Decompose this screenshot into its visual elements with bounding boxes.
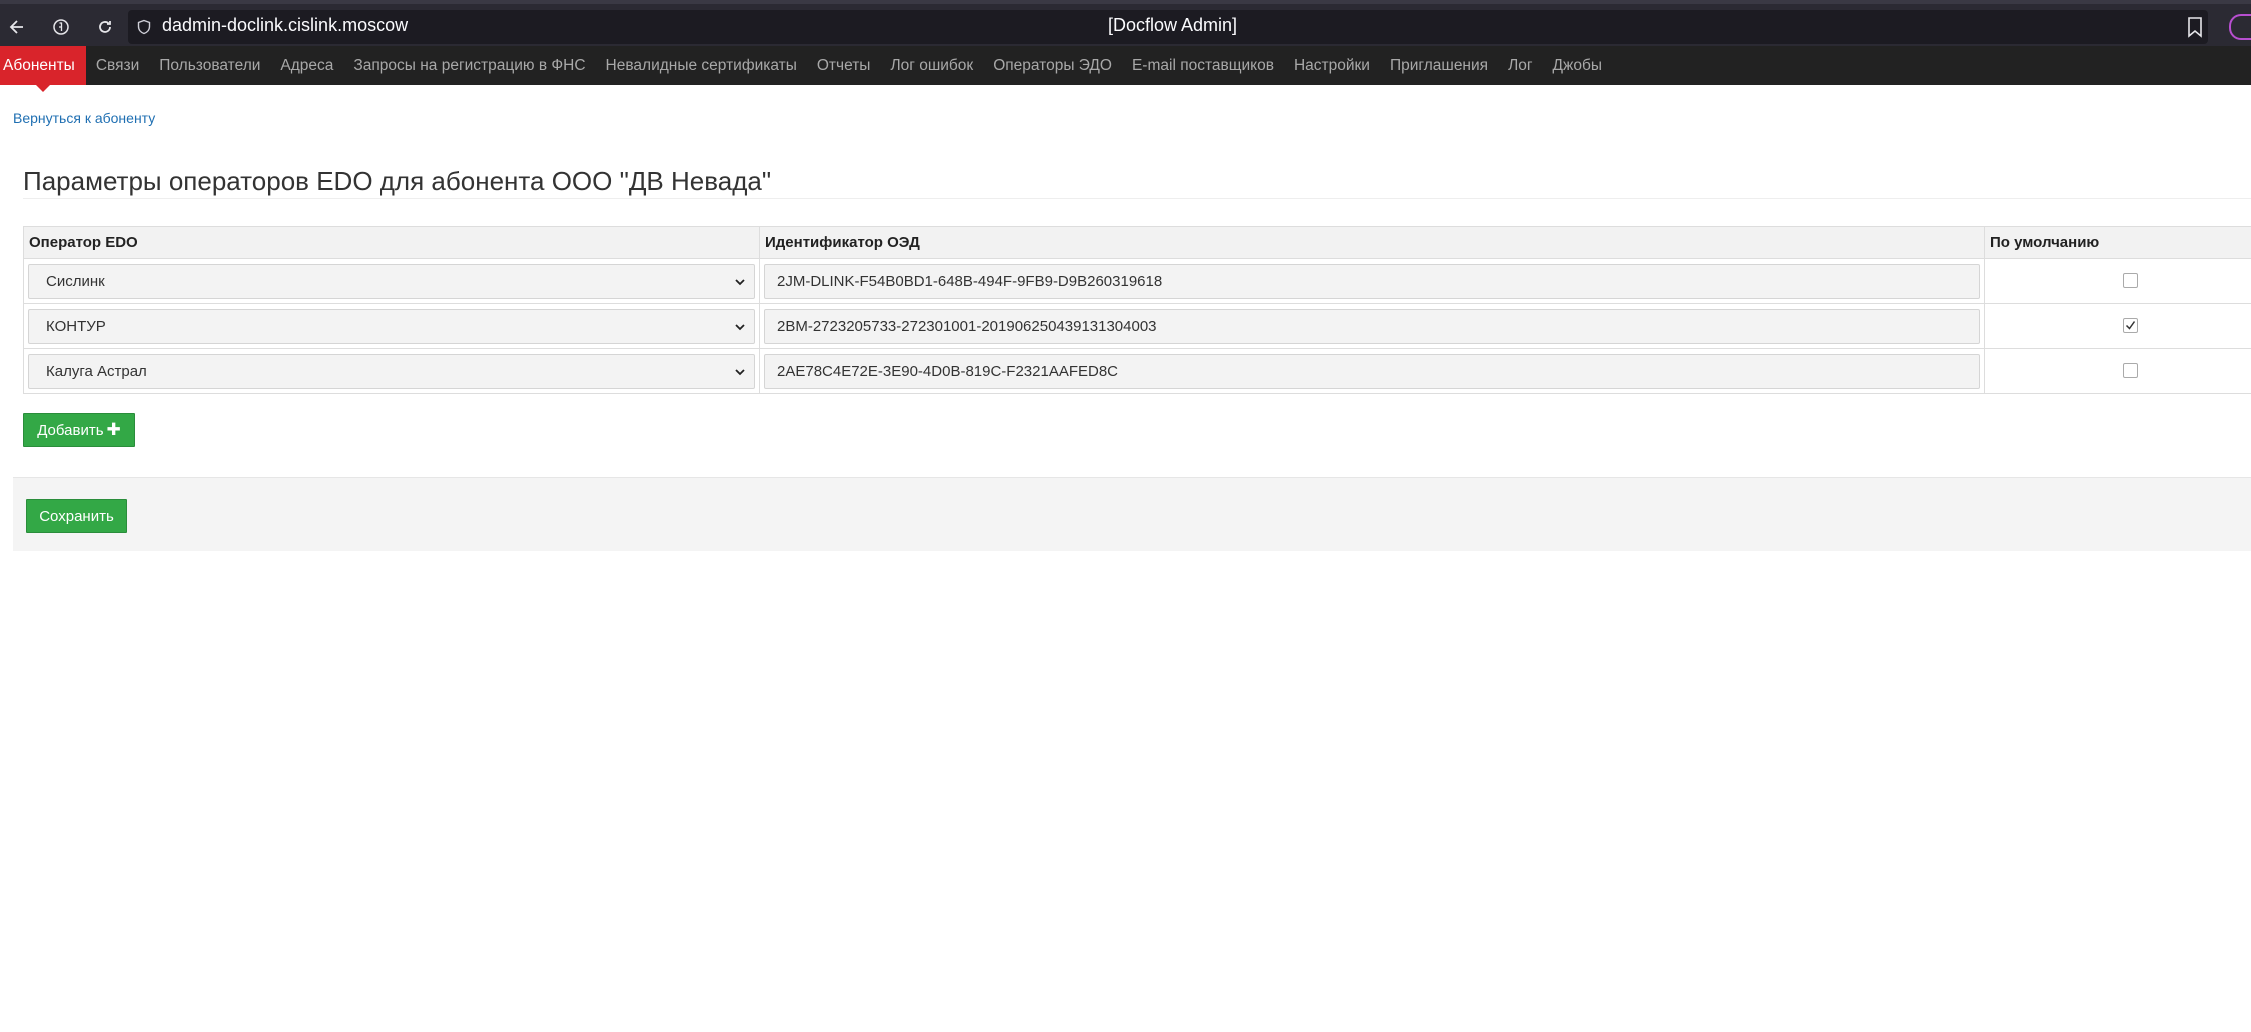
nav-item-edo-operators[interactable]: Операторы ЭДО: [983, 46, 1122, 85]
nav-item-settings[interactable]: Настройки: [1284, 46, 1380, 85]
nav-item-fns-requests[interactable]: Запросы на регистрацию в ФНС: [343, 46, 595, 85]
nav-item-supplier-emails[interactable]: E-mail поставщиков: [1122, 46, 1284, 85]
save-button[interactable]: Сохранить: [26, 499, 127, 533]
identifier-input-value: 2AE78C4E72E-3E90-4D0B-819C-F2321AAFED8C: [777, 363, 1119, 380]
plus-icon: ✚: [106, 420, 121, 439]
reload-icon[interactable]: [90, 12, 120, 42]
add-operator-button[interactable]: Добавить ✚: [23, 413, 135, 447]
column-header-operator: Оператор EDO: [29, 234, 138, 251]
nav-item-users[interactable]: Пользователи: [149, 46, 270, 85]
column-header-default: По умолчанию: [1990, 234, 2100, 251]
back-arrow-icon[interactable]: [2, 12, 32, 42]
operators-table: Оператор EDO Идентификатор ОЭД По умолча…: [23, 226, 2251, 394]
operator-select[interactable]: Калуга Астрал: [28, 354, 755, 389]
identifier-input[interactable]: 2JM-DLINK-F54B0BD1-648B-494F-9FB9-D9B260…: [764, 264, 1980, 299]
table-row: КОНТУР 2BM-2723205733-272301001-20190625…: [23, 304, 2251, 349]
table-row: Калуга Астрал 2AE78C4E72E-3E90-4D0B-819C…: [23, 349, 2251, 394]
default-checkbox[interactable]: [2123, 273, 2138, 288]
back-to-subscriber-link[interactable]: Вернуться к абоненту: [13, 110, 155, 126]
shield-icon[interactable]: [136, 19, 152, 35]
identifier-input[interactable]: 2BM-2723205733-272301001-201906250439131…: [764, 309, 1980, 344]
nav-item-error-log[interactable]: Лог ошибок: [880, 46, 983, 85]
nav-item-jobs[interactable]: Джобы: [1543, 46, 1613, 85]
chevron-down-icon: [735, 369, 745, 376]
operator-select-value: КОНТУР: [46, 318, 106, 335]
url-text[interactable]: dadmin-doclink.cislink.moscow: [162, 15, 408, 36]
nav-item-addresses[interactable]: Адреса: [270, 46, 343, 85]
nav-item-invalid-certificates[interactable]: Невалидные сертификаты: [596, 46, 807, 85]
default-checkbox[interactable]: [2123, 363, 2138, 378]
nav-item-log[interactable]: Лог: [1498, 46, 1542, 85]
operator-select-value: Калуга Астрал: [46, 363, 147, 380]
nav-item-subscribers[interactable]: Абоненты: [0, 46, 86, 92]
identifier-input-value: 2JM-DLINK-F54B0BD1-648B-494F-9FB9-D9B260…: [777, 273, 1163, 290]
main-nav: Абоненты Связи Пользователи Адреса Запро…: [0, 46, 2251, 92]
operator-select[interactable]: Сислинк: [28, 264, 755, 299]
checkmark-icon: [2125, 321, 2136, 330]
column-header-identifier: Идентификатор ОЭД: [765, 234, 920, 251]
chevron-down-icon: [735, 279, 745, 286]
default-checkbox[interactable]: [2123, 318, 2138, 333]
yandex-icon[interactable]: [46, 12, 76, 42]
nav-item-invitations[interactable]: Приглашения: [1380, 46, 1498, 85]
browser-toolbar: dadmin-doclink.cislink.moscow [Docflow A…: [0, 0, 2251, 46]
extension-icon[interactable]: [2229, 14, 2251, 40]
identifier-input[interactable]: 2AE78C4E72E-3E90-4D0B-819C-F2321AAFED8C: [764, 354, 1980, 389]
identifier-input-value: 2BM-2723205733-272301001-201906250439131…: [777, 318, 1157, 335]
page-title: Параметры операторов EDO для абонента ОО…: [23, 166, 772, 196]
bookmark-icon[interactable]: [2185, 16, 2205, 38]
form-actions-panel: [13, 477, 2251, 551]
table-header: Оператор EDO Идентификатор ОЭД По умолча…: [23, 227, 2251, 259]
divider: [23, 198, 2251, 199]
browser-page-title: [Docflow Admin]: [1107, 15, 1238, 35]
operator-select[interactable]: КОНТУР: [28, 309, 755, 344]
table-row: Сислинк 2JM-DLINK-F54B0BD1-648B-494F-9FB…: [23, 259, 2251, 304]
save-button-label: Сохранить: [39, 507, 114, 525]
operator-select-value: Сислинк: [46, 273, 105, 290]
nav-item-reports[interactable]: Отчеты: [807, 46, 881, 85]
add-button-label: Добавить: [37, 421, 104, 439]
chevron-down-icon: [735, 324, 745, 331]
nav-item-links[interactable]: Связи: [86, 46, 149, 85]
